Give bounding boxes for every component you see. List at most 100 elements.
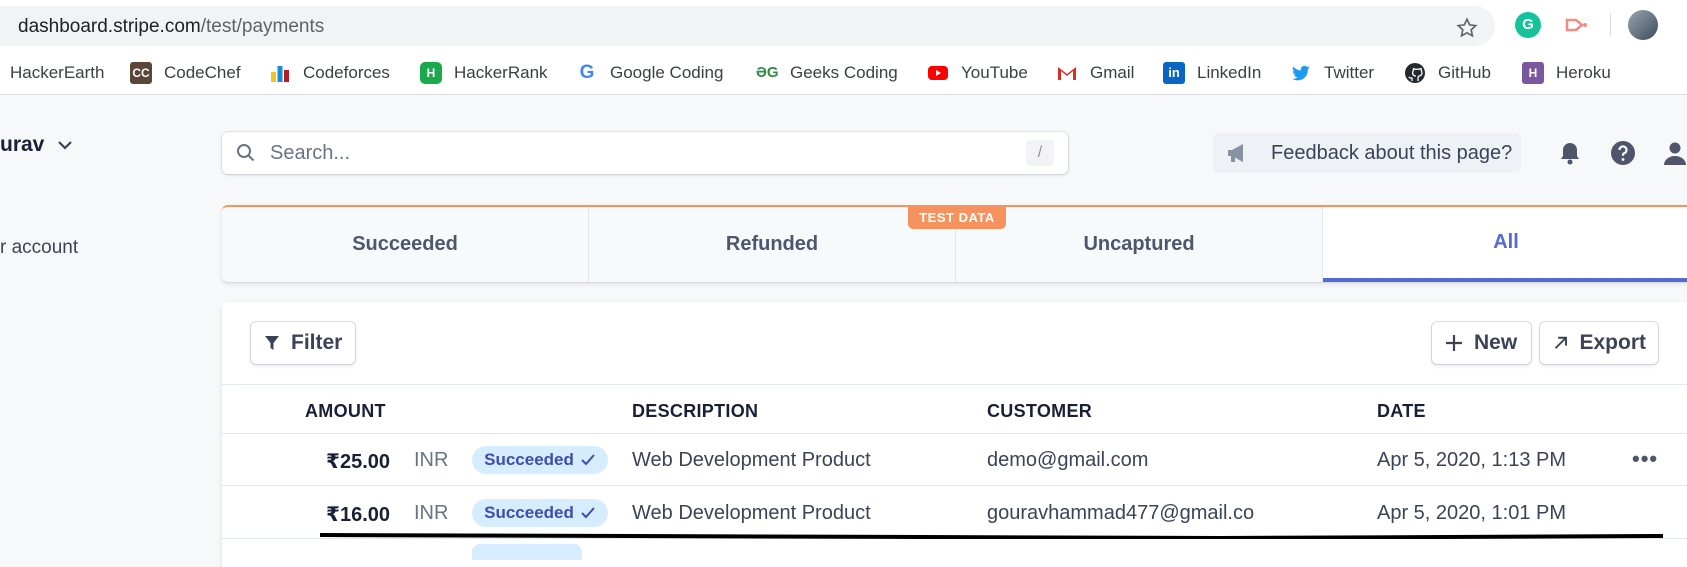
- checkmark-icon: [581, 454, 595, 466]
- new-payment-button[interactable]: New: [1432, 322, 1531, 364]
- toolbar-separator: [1610, 14, 1611, 36]
- redaction-strike-line: [320, 533, 1663, 539]
- screen-recorder-extension-icon[interactable]: [1563, 12, 1589, 38]
- url-domain: dashboard.stripe.com: [18, 16, 201, 37]
- status-badge: Succeeded: [472, 499, 608, 527]
- bookmark-label: CodeChef: [164, 63, 241, 82]
- table-header: AMOUNT DESCRIPTION CUSTOMER DATE: [222, 384, 1687, 434]
- checkmark-icon: [581, 507, 595, 519]
- currency-cell: INR: [414, 449, 449, 471]
- bookmark-youtube[interactable]: YouTube: [927, 58, 1028, 88]
- hackerrank-icon: H: [420, 62, 442, 84]
- status-label: Succeeded: [484, 503, 574, 522]
- arrow-up-right-icon: [1554, 336, 1567, 349]
- currency-cell: INR: [414, 502, 449, 524]
- bookmark-label: HackerRank: [454, 63, 548, 82]
- bookmark-twitter[interactable]: Twitter: [1290, 58, 1374, 88]
- bookmark-heroku[interactable]: H Heroku: [1522, 58, 1611, 88]
- user-profile-icon[interactable]: [1662, 140, 1687, 166]
- bookmark-gmail[interactable]: Gmail: [1056, 58, 1134, 88]
- bookmark-label: Gmail: [1090, 63, 1135, 82]
- github-icon: [1405, 63, 1425, 83]
- account-name: urav: [0, 133, 45, 156]
- bookmark-codeforces[interactable]: Codeforces: [269, 58, 390, 88]
- status-badge: Succeeded: [472, 446, 608, 474]
- bookmark-label: YouTube: [961, 63, 1028, 82]
- sidebar-item-account[interactable]: r account: [0, 237, 78, 259]
- tab-refunded[interactable]: Refunded: [589, 207, 956, 282]
- export-button[interactable]: Export: [1540, 322, 1658, 364]
- chevron-down-icon: [58, 141, 73, 150]
- column-date[interactable]: DATE: [1377, 401, 1426, 422]
- filter-funnel-icon: [265, 336, 279, 350]
- browser-chrome: dashboard.stripe.com/test/payments G Hac…: [0, 0, 1687, 95]
- status-label: Succeeded: [484, 450, 574, 469]
- column-amount[interactable]: AMOUNT: [305, 401, 386, 422]
- search-shortcut-hint: /: [1026, 140, 1054, 166]
- search-icon: [237, 144, 255, 162]
- linkedin-icon: in: [1163, 62, 1185, 84]
- bookmark-hackerrank[interactable]: H HackerRank: [420, 58, 548, 88]
- amount-cell: ₹16.00: [326, 504, 390, 526]
- customer-cell: demo@gmail.com: [987, 449, 1149, 471]
- feedback-label: Feedback about this page?: [1271, 141, 1513, 164]
- export-label: Export: [1579, 331, 1646, 354]
- amount-cell: ₹25.00: [326, 451, 390, 473]
- plus-icon: [1446, 335, 1462, 351]
- codechef-icon: CC: [130, 62, 152, 84]
- bookmark-geeks-coding[interactable]: ƏG Geeks Coding: [756, 58, 898, 88]
- grammarly-extension-icon[interactable]: G: [1515, 12, 1541, 38]
- url-path: /test/payments: [200, 16, 325, 37]
- date-cell: Apr 5, 2020, 1:01 PM: [1377, 502, 1567, 524]
- tab-uncaptured[interactable]: Uncaptured: [956, 207, 1323, 282]
- more-actions-icon[interactable]: •••: [1632, 446, 1658, 472]
- bookmark-label: LinkedIn: [1197, 63, 1262, 82]
- codeforces-icon: [271, 66, 289, 82]
- search-placeholder: Search...: [270, 142, 351, 164]
- description-cell: Web Development Product: [632, 449, 871, 471]
- help-icon[interactable]: [1610, 140, 1636, 166]
- tab-all[interactable]: All: [1323, 207, 1687, 282]
- table-row[interactable]: [222, 540, 1687, 567]
- dashboard-app: urav r account Search... / Feedback abou…: [0, 96, 1687, 567]
- filter-label: Filter: [291, 331, 343, 354]
- notifications-bell-icon[interactable]: [1557, 140, 1583, 166]
- column-description[interactable]: DESCRIPTION: [632, 401, 758, 422]
- test-data-badge: TEST DATA: [908, 206, 1006, 229]
- table-row[interactable]: ₹16.00 INR Succeeded Web Development Pro…: [222, 487, 1687, 539]
- feedback-button[interactable]: Feedback about this page?: [1213, 133, 1521, 173]
- customer-cell: gouravhammad477@gmail.co: [987, 502, 1255, 524]
- heroku-icon: H: [1522, 62, 1544, 84]
- description-cell: Web Development Product: [632, 502, 871, 524]
- google-icon: G: [579, 62, 595, 83]
- address-bar[interactable]: dashboard.stripe.com/test/payments: [0, 6, 1495, 46]
- bookmark-label: GitHub: [1438, 63, 1491, 82]
- payments-panel: Filter New Export AMOUNT DESCRIPTION CUS…: [222, 302, 1687, 567]
- bookmark-google-coding[interactable]: G Google Coding: [576, 58, 724, 88]
- bookmark-label: Codeforces: [303, 63, 390, 82]
- column-customer[interactable]: CUSTOMER: [987, 401, 1092, 422]
- account-switcher[interactable]: urav: [0, 133, 74, 157]
- date-cell: Apr 5, 2020, 1:13 PM: [1377, 449, 1567, 471]
- bookmark-hackerearth[interactable]: HackerEarth: [10, 58, 104, 88]
- search-input[interactable]: Search... /: [222, 132, 1068, 174]
- bookmark-linkedin[interactable]: in LinkedIn: [1163, 58, 1261, 88]
- bookmark-label: Google Coding: [610, 63, 724, 82]
- bookmark-label: Twitter: [1324, 63, 1375, 82]
- filter-button[interactable]: Filter: [251, 322, 355, 364]
- new-label: New: [1474, 331, 1518, 354]
- megaphone-icon: [1228, 144, 1243, 162]
- tab-succeeded[interactable]: Succeeded: [222, 207, 589, 282]
- status-badge: [472, 544, 582, 560]
- bookmark-codechef[interactable]: CC CodeChef: [130, 58, 241, 88]
- bookmark-star-icon[interactable]: [1456, 17, 1478, 39]
- bookmark-label: HackerEarth: [10, 63, 105, 82]
- geeksforgeeks-icon: ƏG: [756, 64, 779, 81]
- twitter-icon: [1292, 65, 1310, 81]
- gmail-icon: [1058, 67, 1076, 80]
- youtube-icon: [928, 66, 948, 80]
- bookmark-github[interactable]: GitHub: [1404, 58, 1491, 88]
- table-row[interactable]: ₹25.00 INR Succeeded Web Development Pro…: [222, 434, 1687, 486]
- browser-profile-avatar[interactable]: [1628, 10, 1658, 40]
- url-text[interactable]: dashboard.stripe.com/test/payments: [18, 16, 324, 38]
